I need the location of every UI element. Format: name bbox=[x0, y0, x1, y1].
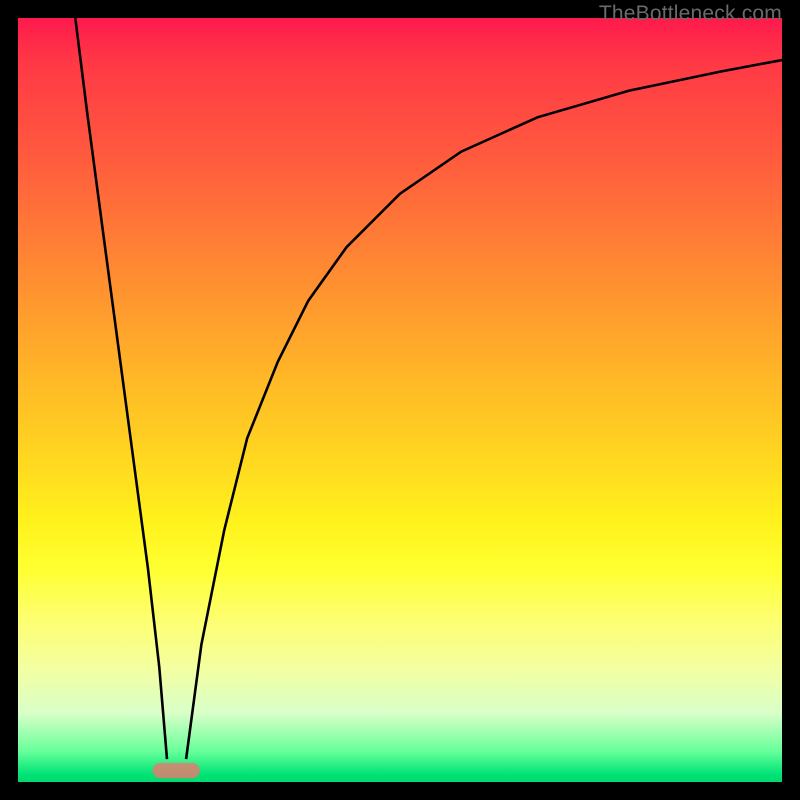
chart-frame: TheBottleneck.com bbox=[0, 0, 800, 800]
min-marker bbox=[153, 763, 200, 778]
watermark-text: TheBottleneck.com bbox=[599, 2, 782, 26]
curve-layer bbox=[18, 18, 782, 782]
curve-right-branch bbox=[186, 60, 782, 759]
curve-left-branch bbox=[75, 18, 167, 759]
plot-area bbox=[18, 18, 782, 782]
